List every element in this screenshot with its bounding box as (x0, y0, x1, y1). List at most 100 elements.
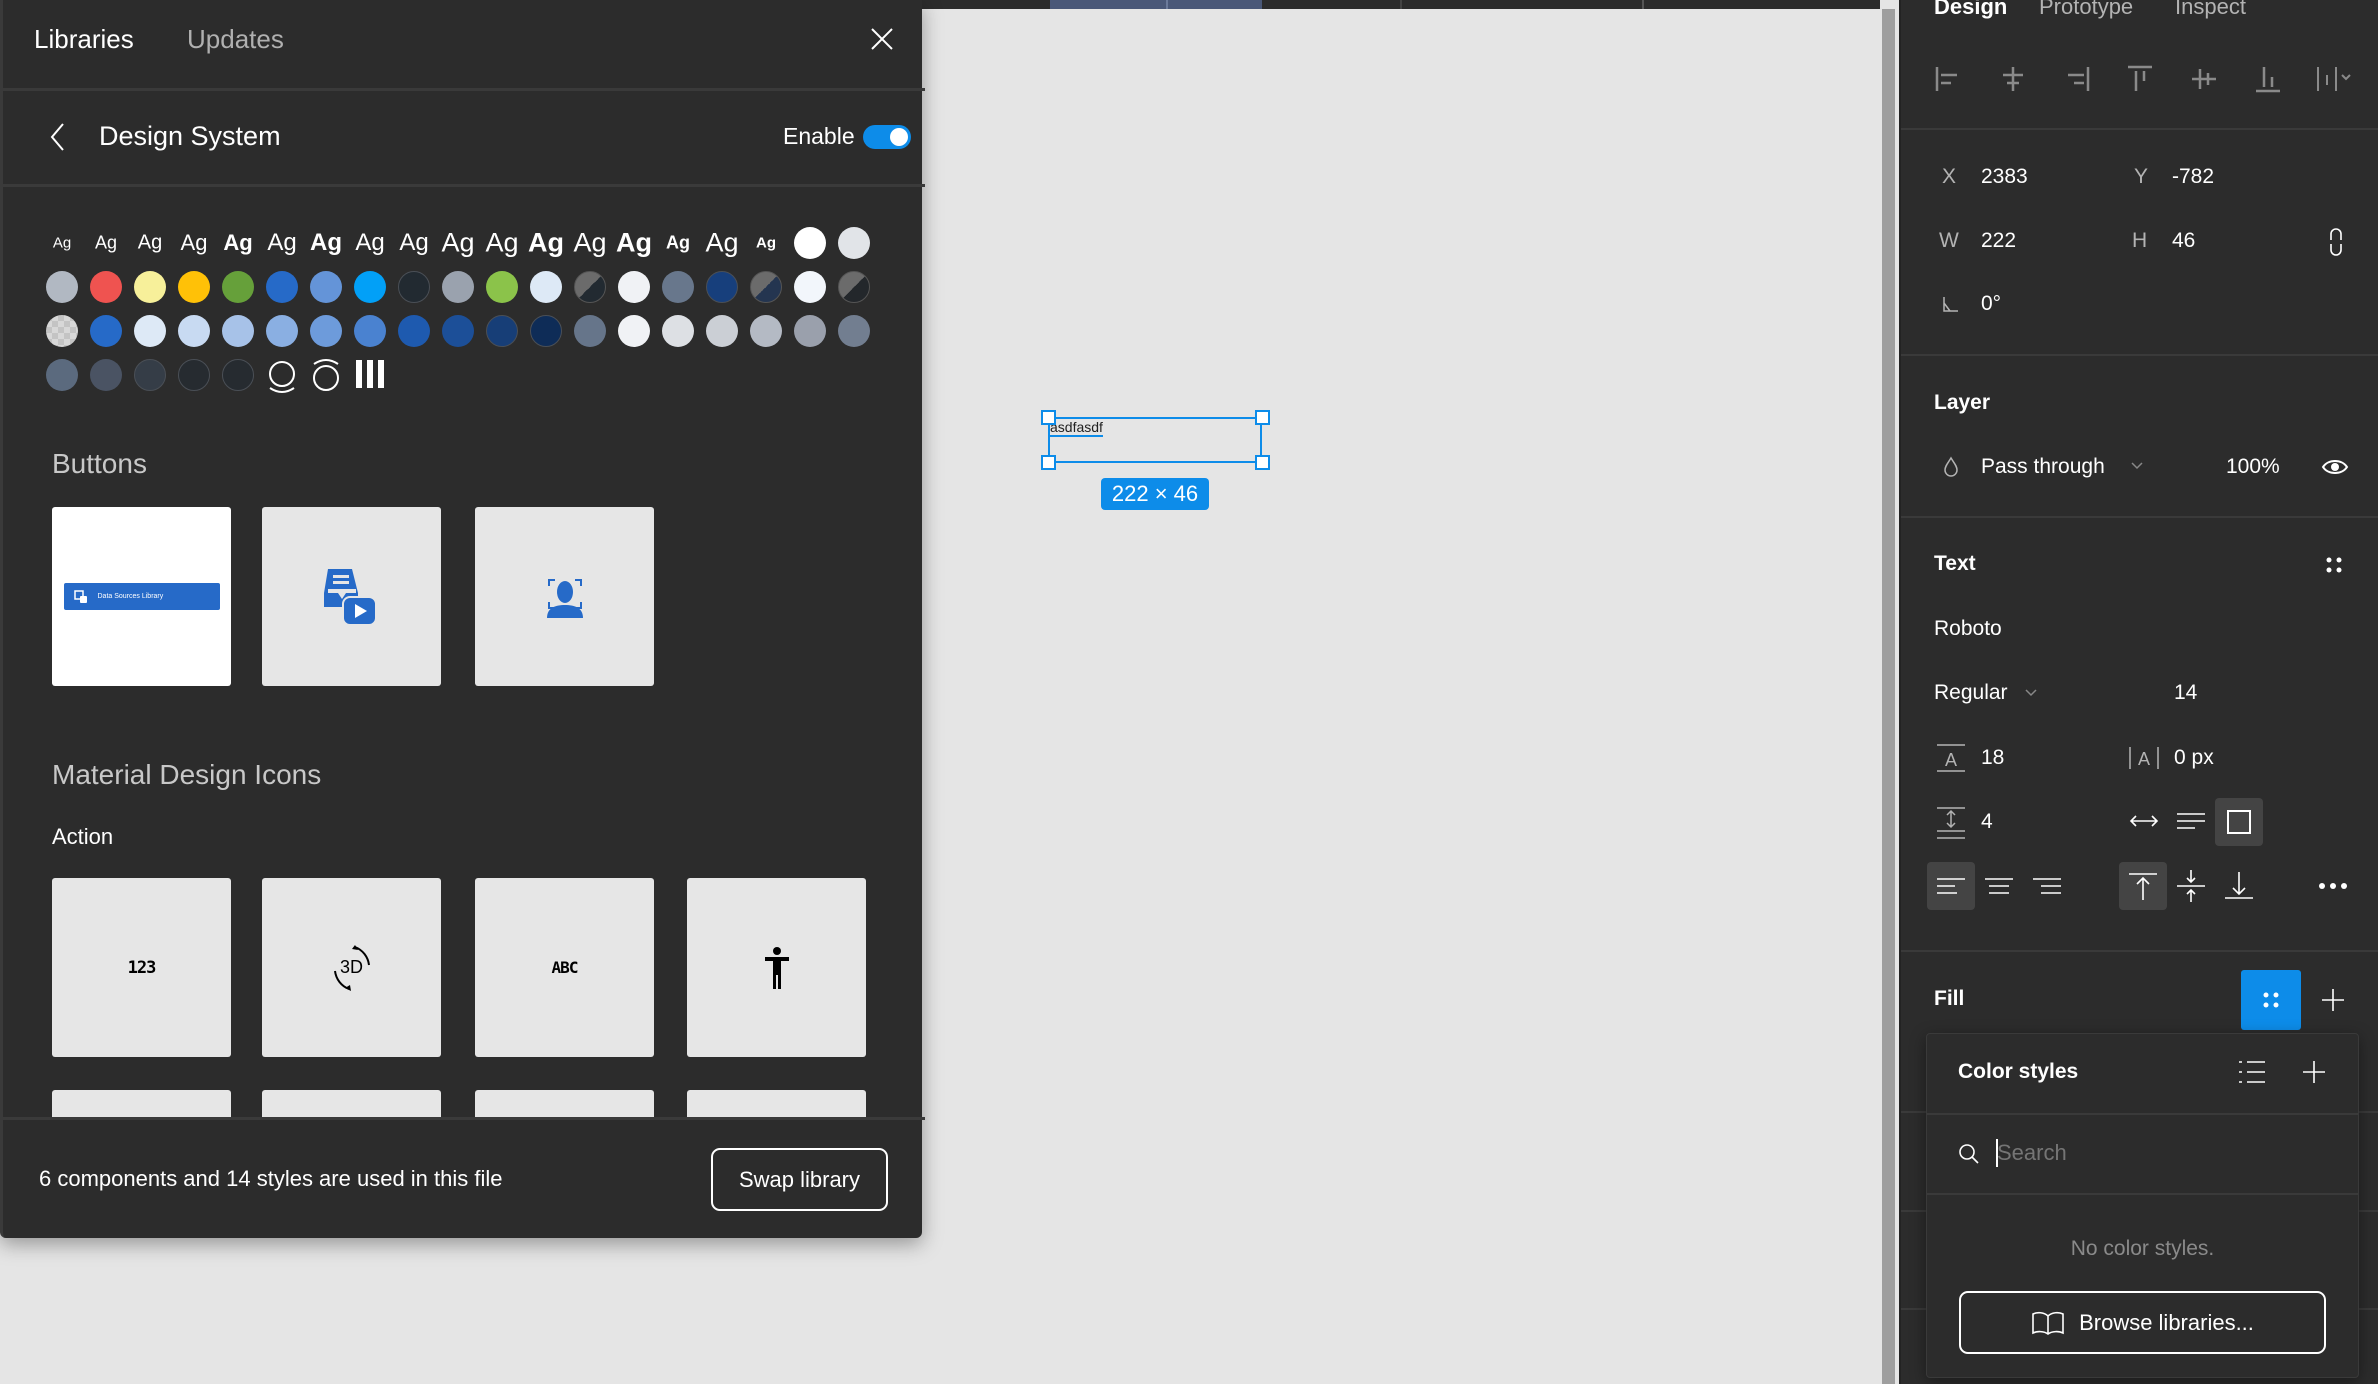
color-style-swatch[interactable] (134, 271, 166, 303)
color-style-swatch[interactable] (794, 315, 826, 347)
color-style-swatch[interactable] (46, 359, 78, 391)
color-style-swatch[interactable] (178, 271, 210, 303)
component-placeholder[interactable] (52, 1090, 231, 1118)
color-style-swatch[interactable] (398, 271, 430, 303)
h-input[interactable]: 46 (2172, 229, 2195, 253)
align-top-button[interactable] (2125, 64, 2155, 94)
text-style-swatch[interactable]: Ag (399, 229, 428, 257)
fixed-size-button[interactable] (2215, 798, 2263, 846)
align-text-center-button[interactable] (1975, 862, 2023, 910)
color-style-swatch[interactable] (46, 315, 78, 347)
component-data-sources-library-button[interactable]: Data Sources Library (52, 507, 231, 686)
color-style-swatch[interactable] (486, 271, 518, 303)
opacity-input[interactable]: 100% (2226, 455, 2280, 479)
shadow-top-icon[interactable] (310, 358, 342, 399)
color-style-swatch[interactable] (354, 271, 386, 303)
color-style-swatch[interactable] (794, 227, 826, 259)
color-style-swatch[interactable] (750, 271, 782, 303)
auto-width-button[interactable] (2126, 803, 2162, 839)
selected-text-layer[interactable]: asdfasdf (1048, 417, 1262, 463)
browse-libraries-button[interactable]: Browse libraries... (1959, 1291, 2326, 1354)
align-text-top-button[interactable] (2119, 862, 2167, 910)
color-style-swatch[interactable] (442, 271, 474, 303)
tab-updates[interactable]: Updates (187, 24, 284, 55)
color-style-swatch[interactable] (662, 271, 694, 303)
color-style-swatch[interactable] (310, 271, 342, 303)
color-style-swatch[interactable] (310, 315, 342, 347)
chevron-down-icon[interactable] (2024, 688, 2038, 698)
text-style-swatch[interactable]: Ag (223, 230, 252, 256)
add-fill-button[interactable] (2319, 986, 2347, 1014)
back-button[interactable] (47, 121, 69, 153)
tab-inspect[interactable]: Inspect (2175, 0, 2246, 20)
font-weight-dropdown[interactable]: Regular (1934, 681, 2008, 705)
color-style-swatch[interactable] (442, 315, 474, 347)
align-text-left-button[interactable] (1927, 862, 1975, 910)
y-input[interactable]: -782 (2172, 165, 2214, 189)
align-text-bottom-button[interactable] (2215, 862, 2263, 910)
text-style-swatch[interactable]: Ag (53, 235, 71, 252)
tab-design[interactable]: Design (1934, 0, 2007, 20)
component-abc-icon[interactable]: ABC (475, 878, 654, 1057)
auto-height-button[interactable] (2173, 803, 2209, 839)
text-style-swatch[interactable]: Ag (355, 229, 384, 257)
align-h-center-button[interactable] (1998, 64, 2028, 94)
text-style-swatch[interactable]: Ag (181, 230, 208, 256)
align-bottom-button[interactable] (2253, 64, 2283, 94)
canvas-scrollbar[interactable] (1882, 9, 1895, 1384)
line-height-input[interactable]: 18 (1981, 746, 2004, 770)
color-style-swatch[interactable] (838, 271, 870, 303)
swap-library-button[interactable]: Swap library (711, 1148, 888, 1211)
color-style-swatch[interactable] (486, 315, 518, 347)
color-style-swatch[interactable] (794, 271, 826, 303)
shadow-bottom-icon[interactable] (266, 358, 298, 399)
component-placeholder[interactable] (687, 1090, 866, 1118)
color-style-swatch[interactable] (134, 315, 166, 347)
list-view-button[interactable] (2237, 1058, 2267, 1086)
text-style-swatch[interactable]: Ag (616, 228, 652, 259)
text-style-swatch[interactable]: Ag (573, 228, 606, 259)
align-text-middle-button[interactable] (2167, 862, 2215, 910)
font-size-input[interactable]: 14 (2174, 681, 2197, 705)
text-style-swatch[interactable]: Ag (441, 228, 474, 259)
color-style-swatch[interactable] (706, 315, 738, 347)
color-style-swatch[interactable] (574, 315, 606, 347)
color-style-swatch[interactable] (222, 359, 254, 391)
color-style-swatch[interactable] (178, 315, 210, 347)
color-style-swatch[interactable] (266, 315, 298, 347)
color-style-swatch[interactable] (222, 271, 254, 303)
color-style-swatch[interactable] (750, 315, 782, 347)
distribute-button[interactable] (2314, 64, 2354, 94)
color-style-swatch[interactable] (706, 271, 738, 303)
paragraph-spacing-input[interactable]: 4 (1981, 810, 1993, 834)
tab-prototype[interactable]: Prototype (2039, 0, 2133, 20)
text-style-swatch[interactable]: Ag (95, 233, 117, 254)
text-style-swatch[interactable]: Ag (310, 229, 342, 257)
color-style-swatch[interactable] (398, 315, 430, 347)
component-numeric-123-icon[interactable]: 123 (52, 878, 231, 1057)
color-style-swatch[interactable] (838, 227, 870, 259)
more-text-options-button[interactable] (2313, 872, 2353, 900)
color-style-swatch[interactable] (618, 315, 650, 347)
resize-handle-bottom-right[interactable] (1255, 455, 1270, 470)
component-accessibility-icon[interactable] (687, 878, 866, 1057)
letter-spacing-input[interactable]: 0 px (2174, 746, 2214, 770)
text-style-swatch[interactable]: Ag (666, 233, 690, 254)
align-text-right-button[interactable] (2023, 862, 2071, 910)
text-style-swatch[interactable]: Ag (267, 229, 296, 257)
color-style-swatch[interactable] (90, 271, 122, 303)
color-style-swatch[interactable] (90, 315, 122, 347)
font-family-dropdown[interactable]: Roboto (1934, 617, 2002, 641)
text-style-swatch[interactable]: Ag (705, 228, 738, 259)
component-3d-rotation-icon[interactable]: 3D (262, 878, 441, 1057)
x-input[interactable]: 2383 (1981, 165, 2028, 189)
color-style-swatch[interactable] (90, 359, 122, 391)
color-style-swatch[interactable] (530, 271, 562, 303)
resize-handle-top-right[interactable] (1255, 410, 1270, 425)
color-style-swatch[interactable] (574, 271, 606, 303)
color-style-swatch[interactable] (266, 271, 298, 303)
style-search-field[interactable] (1927, 1115, 2358, 1193)
text-style-swatch[interactable]: Ag (528, 228, 564, 259)
align-v-center-button[interactable] (2189, 64, 2219, 94)
color-style-swatch[interactable] (134, 359, 166, 391)
